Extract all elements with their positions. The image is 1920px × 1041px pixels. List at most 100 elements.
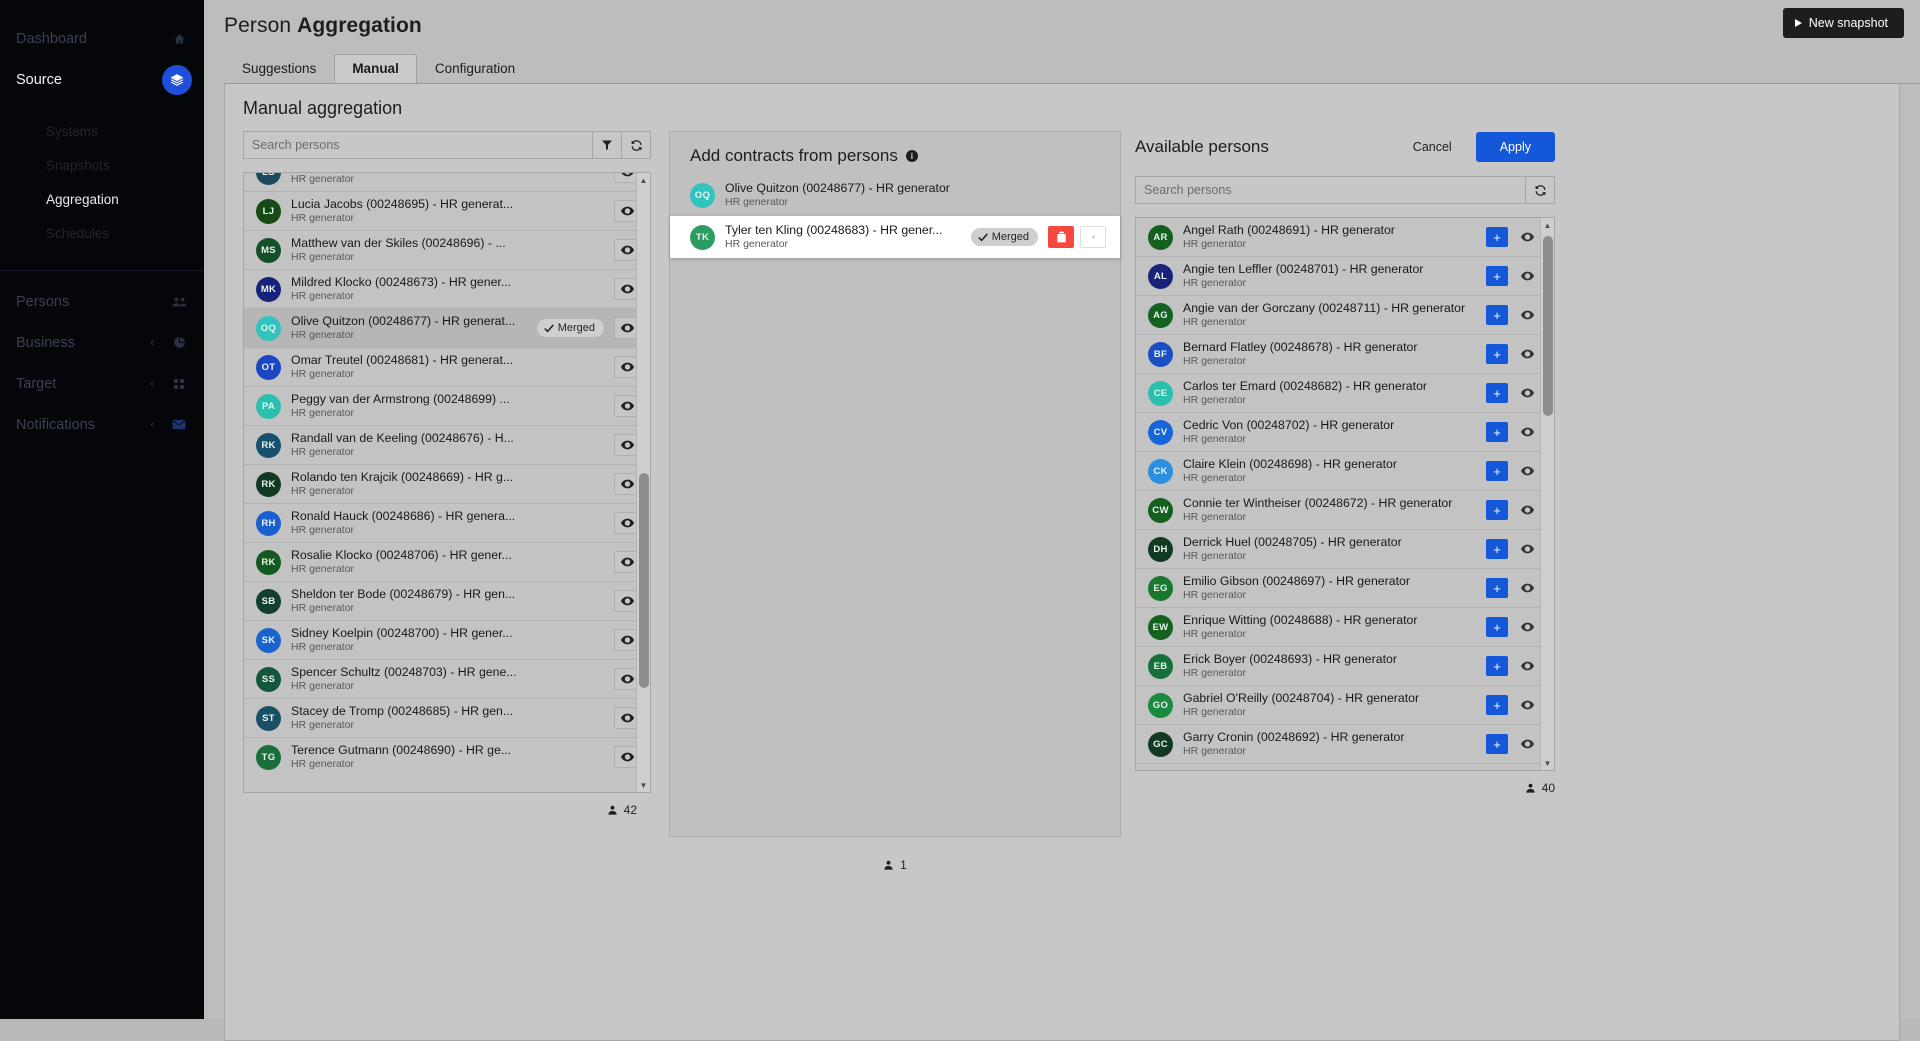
new-snapshot-button[interactable]: New snapshot: [1782, 8, 1904, 38]
info-icon[interactable]: i: [905, 150, 918, 162]
available-person-item[interactable]: AL Angie ten Leffler (00248701) - HR gene…: [1136, 257, 1554, 296]
person-list-item[interactable]: TG Terence Gutmann (00248690) - HR ge... H…: [244, 738, 650, 772]
eye-icon[interactable]: [1516, 383, 1538, 403]
person-list-item[interactable]: SS Spencer Schultz (00248703) - HR gene..…: [244, 660, 650, 699]
add-person-button[interactable]: +: [1486, 305, 1508, 325]
available-persons-listbox[interactable]: AR Angel Rath (00248691) - HR generator HR…: [1135, 217, 1555, 771]
add-person-button[interactable]: +: [1486, 617, 1508, 637]
eye-icon[interactable]: [1516, 656, 1538, 676]
refresh-icon[interactable]: [1526, 176, 1555, 204]
sidebar-item-aggregation[interactable]: Aggregation: [0, 182, 204, 216]
eye-icon[interactable]: [1516, 266, 1538, 286]
available-person-item[interactable]: EW Enrique Witting (00248688) - HR genera…: [1136, 608, 1554, 647]
person-list-item[interactable]: MS Matthew van der Skiles (00248696) - ..…: [244, 231, 650, 270]
person-list-item[interactable]: RK Rosalie Klocko (00248706) - HR gener..…: [244, 543, 650, 582]
avatar: LS: [256, 173, 281, 185]
available-person-item[interactable]: CW Connie ter Wintheiser (00248672) - HR …: [1136, 491, 1554, 530]
layers-icon[interactable]: [162, 64, 192, 95]
persons-scrollbar[interactable]: ▲ ▼: [636, 173, 650, 792]
available-person-item[interactable]: CK Claire Klein (00248698) - HR generator…: [1136, 452, 1554, 491]
scrollbar-thumb[interactable]: [1543, 236, 1553, 416]
scroll-down-icon[interactable]: ▼: [1541, 756, 1554, 770]
eye-icon[interactable]: [1516, 461, 1538, 481]
add-person-button[interactable]: +: [1486, 500, 1508, 520]
scroll-up-icon[interactable]: ▲: [637, 173, 650, 187]
available-person-item[interactable]: EG Emilio Gibson (00248697) - HR generato…: [1136, 569, 1554, 608]
add-person-button[interactable]: +: [1486, 422, 1508, 442]
available-person-item[interactable]: GO Gabriel O'Reilly (00248704) - HR gener…: [1136, 686, 1554, 725]
add-person-button[interactable]: +: [1486, 266, 1508, 286]
available-person-item[interactable]: CV Cedric Von (00248702) - HR generator HR…: [1136, 413, 1554, 452]
eye-icon[interactable]: [1516, 734, 1538, 754]
available-person-item[interactable]: AR Angel Rath (00248691) - HR generator HR…: [1136, 218, 1554, 257]
available-person-item[interactable]: CE Carlos ter Emard (00248682) - HR gener…: [1136, 374, 1554, 413]
add-person-button[interactable]: +: [1486, 227, 1508, 247]
available-scrollbar[interactable]: ▲ ▼: [1540, 218, 1554, 770]
available-search-input[interactable]: [1135, 176, 1526, 204]
person-list-item[interactable]: RK Rolando ten Krajcik (00248669) - HR g.…: [244, 465, 650, 504]
eye-icon[interactable]: [1516, 227, 1538, 247]
add-person-button[interactable]: +: [1486, 695, 1508, 715]
tab-manual[interactable]: Manual: [334, 54, 417, 84]
trash-icon[interactable]: [1048, 226, 1074, 248]
person-list-item[interactable]: LS Larry van de Sanford (00248707) - HR .…: [244, 173, 650, 192]
sidebar-item-business[interactable]: Business ‹: [0, 322, 204, 363]
available-person-item[interactable]: AG Angie van der Gorczany (00248711) - HR…: [1136, 296, 1554, 335]
scroll-up-icon[interactable]: ▲: [1541, 218, 1554, 232]
scrollbar-thumb[interactable]: [639, 473, 649, 688]
person-list-item[interactable]: RH Ronald Hauck (00248686) - HR genera...…: [244, 504, 650, 543]
available-person-item[interactable]: EB Erick Boyer (00248693) - HR generator H…: [1136, 647, 1554, 686]
person-list-item[interactable]: MK Mildred Klocko (00248673) - HR gener..…: [244, 270, 650, 309]
sidebar-item-systems[interactable]: Systems: [0, 114, 204, 148]
add-person-button[interactable]: +: [1486, 461, 1508, 481]
available-person-item[interactable]: DH Derrick Huel (00248705) - HR generator…: [1136, 530, 1554, 569]
apply-button[interactable]: Apply: [1475, 132, 1555, 162]
person-list-item[interactable]: SK Sidney Koelpin (00248700) - HR gener..…: [244, 621, 650, 660]
eye-icon[interactable]: [1516, 695, 1538, 715]
filter-icon[interactable]: [593, 131, 622, 159]
avatar: CW: [1148, 497, 1173, 523]
tab-suggestions[interactable]: Suggestions: [224, 54, 334, 84]
person-name: Ian Smitham (00248684) - HR generator: [1183, 769, 1486, 770]
eye-icon[interactable]: [1516, 617, 1538, 637]
refresh-icon[interactable]: [622, 131, 651, 159]
sidebar-item-source[interactable]: Source: [0, 59, 204, 100]
sidebar-item-dashboard[interactable]: Dashboard: [0, 18, 204, 59]
person-name: Terence Gutmann (00248690) - HR ge...: [291, 743, 512, 757]
person-list-item[interactable]: ST Stacey de Tromp (00248685) - HR gen...…: [244, 699, 650, 738]
sidebar-item-target[interactable]: Target ‹: [0, 363, 204, 404]
person-list-item[interactable]: PA Peggy van der Armstrong (00248699) ...…: [244, 387, 650, 426]
available-person-item[interactable]: GC Garry Cronin (00248692) - HR generator…: [1136, 725, 1554, 764]
search-input[interactable]: [243, 131, 593, 159]
person-list-item[interactable]: OT Omar Treutel (00248681) - HR generat..…: [244, 348, 650, 387]
person-list-item[interactable]: SB Sheldon ter Bode (00248679) - HR gen..…: [244, 582, 650, 621]
add-person-button[interactable]: +: [1486, 344, 1508, 364]
available-person-item[interactable]: IS Ian Smitham (00248684) - HR generatorH…: [1136, 764, 1554, 770]
available-person-item[interactable]: BF Bernard Flatley (00248678) - HR genera…: [1136, 335, 1554, 374]
add-person-button[interactable]: +: [1486, 734, 1508, 754]
tab-bar: Suggestions Manual Configuration: [224, 54, 1920, 84]
eye-icon[interactable]: [1516, 305, 1538, 325]
sidebar-item-snapshots[interactable]: Snapshots: [0, 148, 204, 182]
add-person-button[interactable]: +: [1486, 656, 1508, 676]
persons-listbox[interactable]: LS Larry van de Sanford (00248707) - HR .…: [243, 172, 651, 793]
add-person-button[interactable]: +: [1486, 383, 1508, 403]
sidebar-item-notifications[interactable]: Notifications ‹: [0, 404, 204, 445]
add-person-button[interactable]: +: [1486, 539, 1508, 559]
cancel-button[interactable]: Cancel: [1395, 132, 1470, 162]
eye-icon[interactable]: [1080, 226, 1106, 248]
tab-configuration[interactable]: Configuration: [417, 54, 533, 84]
add-person-button[interactable]: +: [1486, 578, 1508, 598]
person-list-item[interactable]: LJ Lucia Jacobs (00248695) - HR generat..…: [244, 192, 650, 231]
eye-icon[interactable]: [1516, 578, 1538, 598]
eye-icon[interactable]: [1516, 500, 1538, 520]
eye-icon[interactable]: [1516, 539, 1538, 559]
eye-icon[interactable]: [1516, 344, 1538, 364]
person-list-item[interactable]: RK Randall van de Keeling (00248676) - H.…: [244, 426, 650, 465]
contract-row[interactable]: TK Tyler ten Kling (00248683) - HR gener.…: [670, 216, 1120, 258]
eye-icon[interactable]: [1516, 422, 1538, 442]
sidebar-item-schedules[interactable]: Schedules: [0, 216, 204, 250]
scroll-down-icon[interactable]: ▼: [637, 778, 650, 792]
person-list-item[interactable]: OQ Olive Quitzon (00248677) - HR generat.…: [244, 309, 650, 348]
sidebar-item-persons[interactable]: Persons: [0, 281, 204, 322]
